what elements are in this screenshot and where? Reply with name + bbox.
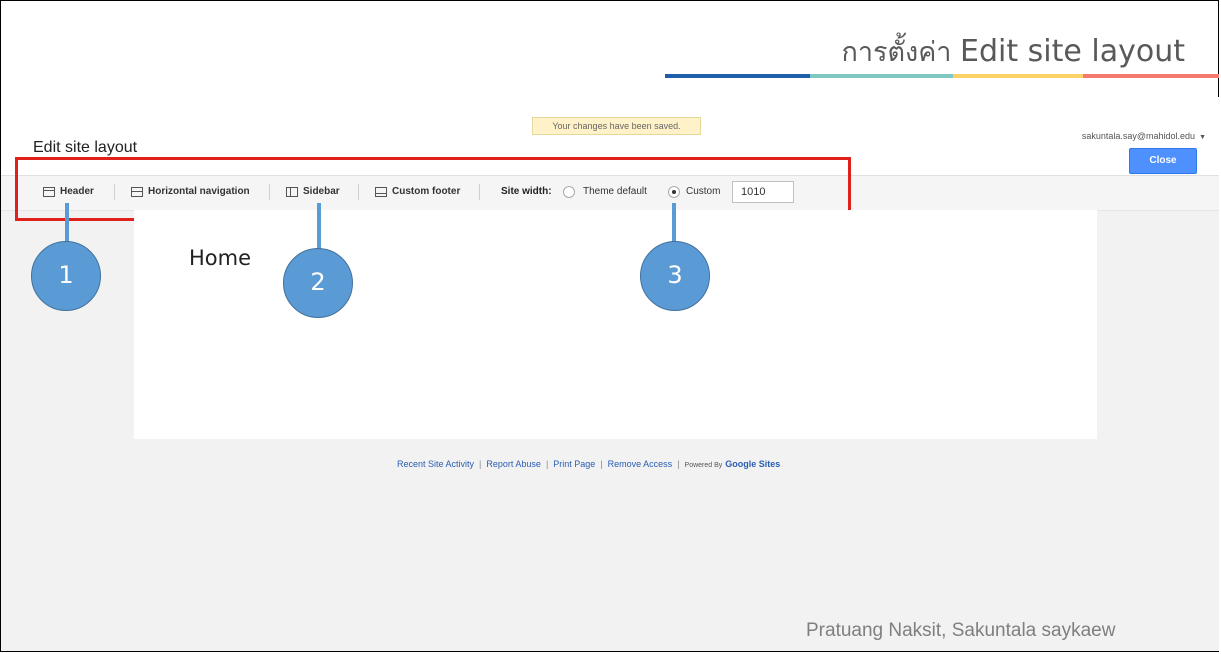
close-button[interactable]: Close (1129, 148, 1197, 174)
callout-3: 3 (640, 241, 710, 311)
slide-title-prefix: การตั้งค่า (841, 37, 952, 68)
google-sites-link[interactable]: Google Sites (725, 459, 780, 469)
divider: | (677, 459, 680, 469)
account-email: sakuntala.say@mahidol.edu (1081, 131, 1196, 141)
chevron-down-icon: ▼ (1199, 134, 1206, 141)
accent-bar-coral (1083, 74, 1219, 78)
slide-credit: Pratuang Naksit, Sakuntala saykaew (806, 620, 1116, 641)
saved-notification: Your changes have been saved. (532, 117, 701, 135)
divider: | (545, 459, 549, 469)
slide-title: การตั้งค่า Edit site layout (841, 30, 1185, 73)
accent-bar-yellow (953, 74, 1083, 78)
account-menu[interactable]: sakuntala.say@mahidol.edu ▼ (1082, 131, 1206, 141)
footer-link-report-abuse[interactable]: Report Abuse (486, 459, 541, 469)
footer-link-remove-access[interactable]: Remove Access (608, 459, 673, 469)
divider: | (600, 459, 603, 469)
divider: | (479, 459, 482, 469)
footer-link-print-page[interactable]: Print Page (553, 459, 595, 469)
page-content-area (134, 210, 1097, 439)
accent-bar-blue (665, 74, 810, 78)
footer-link-recent-activity[interactable]: Recent Site Activity (397, 459, 474, 469)
callout-2: 2 (283, 248, 353, 318)
slide-title-main: Edit site layout (960, 34, 1185, 69)
powered-by-text: Powered By (684, 462, 723, 469)
site-footer: Recent Site Activity | Report Abuse | Print … (397, 459, 780, 469)
page-title: Edit site layout (33, 139, 138, 156)
accent-bar-teal (810, 74, 953, 78)
callout-1: 1 (31, 241, 101, 311)
page-heading: Home (189, 246, 252, 270)
